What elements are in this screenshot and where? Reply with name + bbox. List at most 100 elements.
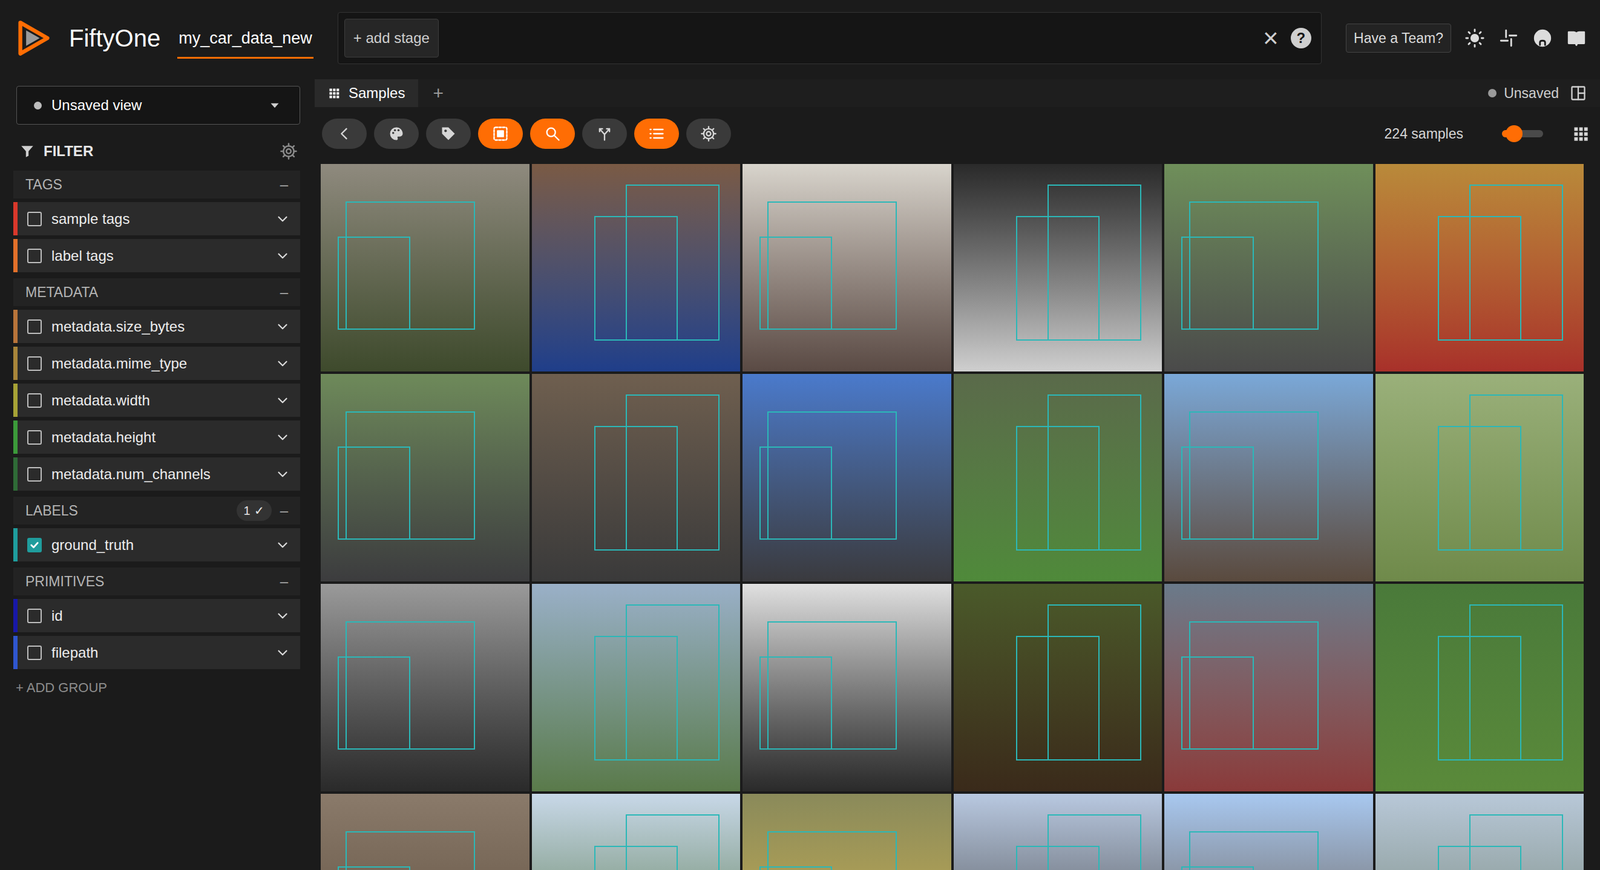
palette-icon (387, 125, 405, 143)
field-checkbox[interactable] (27, 211, 42, 227)
sample-tile[interactable] (1164, 373, 1374, 582)
expand-chevron-icon[interactable] (274, 248, 291, 264)
collapse-toggle[interactable]: – (280, 503, 289, 519)
sidebar-field-row[interactable]: metadata.width (13, 383, 301, 417)
sidebar-field-row[interactable]: ground_truth (13, 528, 301, 562)
sidebar-settings-gear-icon[interactable] (279, 142, 298, 161)
dataset-name[interactable]: my_car_data_new (177, 17, 314, 59)
view-selector[interactable]: Unsaved view (16, 85, 301, 125)
view-bar[interactable]: + add stage ×? (337, 12, 1322, 65)
panel-tab[interactable]: Samples (314, 79, 419, 108)
select-icon (491, 125, 509, 143)
toolbar-search-button[interactable] (530, 118, 575, 149)
sample-tile[interactable] (320, 163, 530, 372)
app: FiftyOne my_car_data_new + add stage ×? Have… (0, 0, 1600, 870)
expand-chevron-icon[interactable] (274, 318, 291, 335)
zoom-slider[interactable] (1501, 130, 1544, 138)
collapse-toggle[interactable]: – (280, 177, 289, 192)
sample-tile[interactable] (1375, 583, 1585, 792)
sample-tile[interactable] (531, 373, 741, 582)
sidebar-field-row[interactable]: metadata.mime_type (13, 346, 301, 381)
sample-tile[interactable] (1375, 163, 1585, 372)
sidebar-field-row[interactable]: id (13, 599, 301, 633)
sidebar: Unsaved viewFILTERTAGS–sample tagslabel … (0, 76, 315, 870)
field-checkbox[interactable] (27, 467, 42, 482)
layout-icon[interactable] (1569, 84, 1587, 102)
field-checkbox[interactable] (27, 393, 42, 408)
expand-chevron-icon[interactable] (274, 211, 291, 227)
field-checkbox[interactable] (27, 430, 42, 445)
sidebar-field-row[interactable]: filepath (13, 636, 301, 670)
expand-chevron-icon[interactable] (274, 608, 291, 624)
sample-tile[interactable] (320, 373, 530, 582)
add-tab-button[interactable]: + (432, 84, 444, 103)
field-color-bar (13, 420, 18, 454)
sample-tile[interactable] (1164, 793, 1374, 870)
expand-chevron-icon[interactable] (274, 466, 291, 483)
field-checkbox[interactable] (27, 248, 42, 264)
sample-tile[interactable] (531, 163, 741, 372)
field-checkbox[interactable] (27, 645, 42, 661)
toolbar-list-button[interactable] (634, 118, 679, 149)
brand-name[interactable]: FiftyOne (68, 19, 161, 57)
sidebar-group-header[interactable]: PRIMITIVES– (13, 567, 301, 596)
sample-tile[interactable] (531, 793, 741, 870)
sample-tile[interactable] (742, 583, 952, 792)
theme-sun-icon[interactable] (1464, 27, 1486, 49)
field-checkbox[interactable] (27, 608, 42, 624)
team-button[interactable]: Have a Team? (1345, 23, 1452, 54)
docs-book-icon[interactable] (1566, 27, 1587, 49)
slack-icon[interactable] (1498, 27, 1519, 49)
sample-tile[interactable] (320, 583, 530, 792)
sample-tile[interactable] (320, 793, 530, 870)
sample-tile[interactable] (531, 583, 741, 792)
sample-tile[interactable] (1375, 373, 1585, 582)
sample-tile[interactable] (742, 373, 952, 582)
clear-button[interactable]: × (1256, 24, 1285, 52)
expand-chevron-icon[interactable] (274, 355, 291, 372)
sample-tile[interactable] (742, 163, 952, 372)
sidebar-field-row[interactable]: label tags (13, 239, 301, 273)
sidebar-group-header[interactable]: METADATA– (13, 278, 301, 307)
label-box (345, 621, 476, 751)
sample-tile[interactable] (1375, 793, 1585, 870)
sample-grid-wrapper (314, 163, 1600, 870)
add-group-button[interactable]: + ADD GROUP (13, 677, 301, 698)
expand-chevron-icon[interactable] (274, 537, 291, 554)
grid-layout-icon[interactable] (1572, 125, 1590, 143)
field-checkbox[interactable] (27, 356, 42, 371)
sidebar-field-row[interactable]: metadata.height (13, 420, 301, 454)
label-box (625, 814, 720, 870)
sidebar-field-row[interactable]: metadata.num_channels (13, 457, 301, 491)
collapse-toggle[interactable]: – (280, 574, 289, 589)
toolbar-back-button[interactable] (321, 118, 367, 149)
sidebar-group-header[interactable]: TAGS– (13, 170, 301, 199)
toolbar-palette-button[interactable] (373, 118, 419, 149)
collapse-toggle[interactable]: – (280, 285, 289, 300)
sample-tile[interactable] (953, 373, 1163, 582)
sample-tile[interactable] (953, 793, 1163, 870)
field-checkbox[interactable] (27, 319, 42, 335)
label-box (337, 446, 411, 540)
sample-tile[interactable] (1164, 583, 1374, 792)
expand-chevron-icon[interactable] (274, 392, 291, 409)
fiftyone-logo-icon[interactable] (14, 18, 54, 58)
sidebar-field-row[interactable]: sample tags (13, 202, 301, 236)
zoom-slider-thumb[interactable] (1505, 125, 1523, 143)
sidebar-group-header[interactable]: LABELS1✓– (13, 496, 301, 525)
sidebar-field-row[interactable]: metadata.size_bytes (13, 309, 301, 344)
expand-chevron-icon[interactable] (274, 429, 291, 446)
field-checkbox[interactable] (27, 537, 42, 553)
toolbar-tag-button[interactable] (426, 118, 471, 149)
add-stage-button[interactable]: + add stage (344, 18, 439, 58)
github-icon[interactable] (1532, 27, 1553, 49)
sample-tile[interactable] (1164, 163, 1374, 372)
toolbar-select-button[interactable] (478, 118, 523, 149)
toolbar-merge-button[interactable] (582, 118, 627, 149)
sample-tile[interactable] (953, 583, 1163, 792)
sample-tile[interactable] (742, 793, 952, 870)
toolbar-gear-button[interactable] (686, 118, 732, 149)
help-button[interactable]: ? (1290, 27, 1312, 49)
sample-tile[interactable] (953, 163, 1163, 372)
expand-chevron-icon[interactable] (274, 645, 291, 661)
